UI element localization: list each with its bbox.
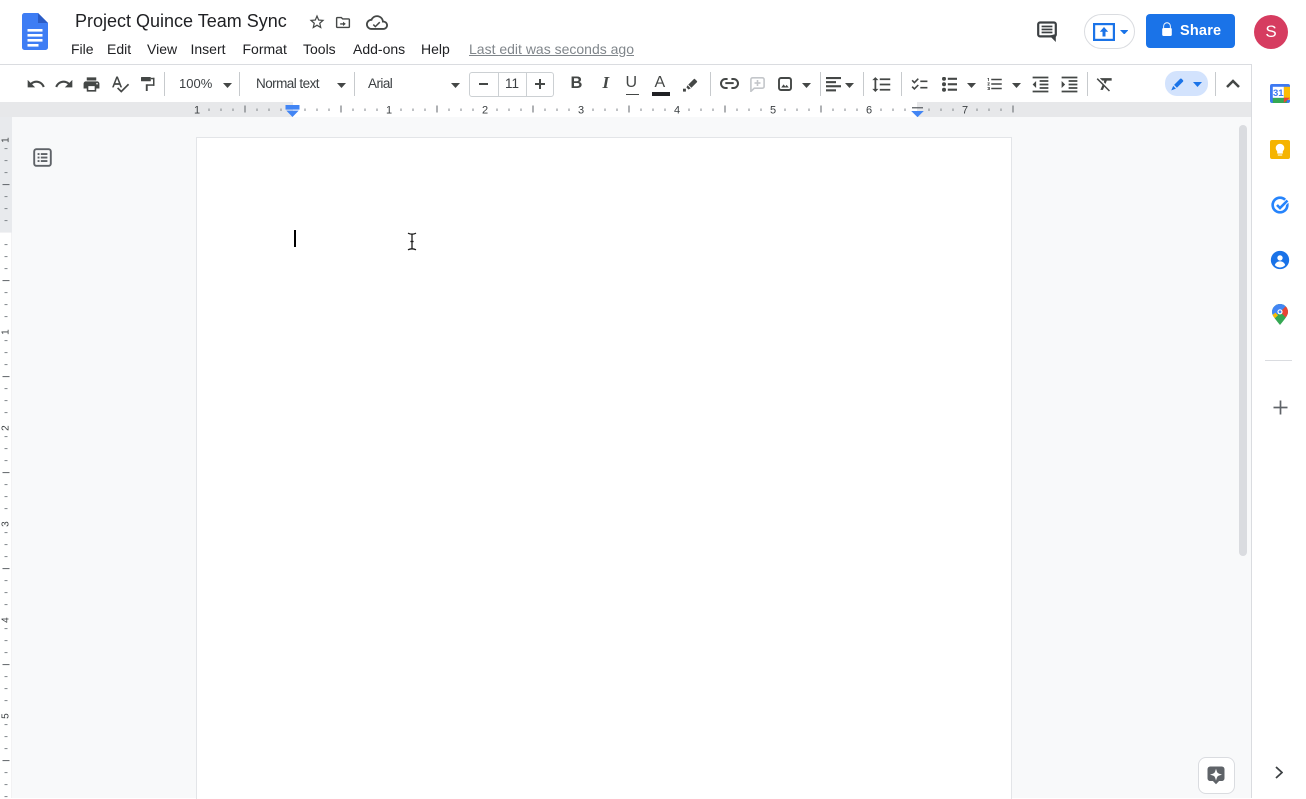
svg-text:5: 5 [1, 713, 12, 719]
svg-text:2: 2 [1, 425, 12, 431]
svg-text:1: 1 [194, 105, 200, 117]
svg-text:31: 31 [1273, 88, 1284, 99]
svg-text:4: 4 [674, 105, 680, 117]
svg-text:7: 7 [962, 105, 968, 117]
svg-text:1: 1 [1, 329, 12, 335]
svg-text:2: 2 [482, 105, 488, 117]
svg-text:3: 3 [578, 105, 584, 117]
svg-text:3: 3 [1, 521, 12, 527]
svg-text:6: 6 [866, 105, 872, 117]
svg-text:1: 1 [1, 137, 12, 143]
svg-text:5: 5 [770, 105, 776, 117]
svg-text:1: 1 [386, 105, 392, 117]
svg-text:4: 4 [1, 617, 12, 623]
